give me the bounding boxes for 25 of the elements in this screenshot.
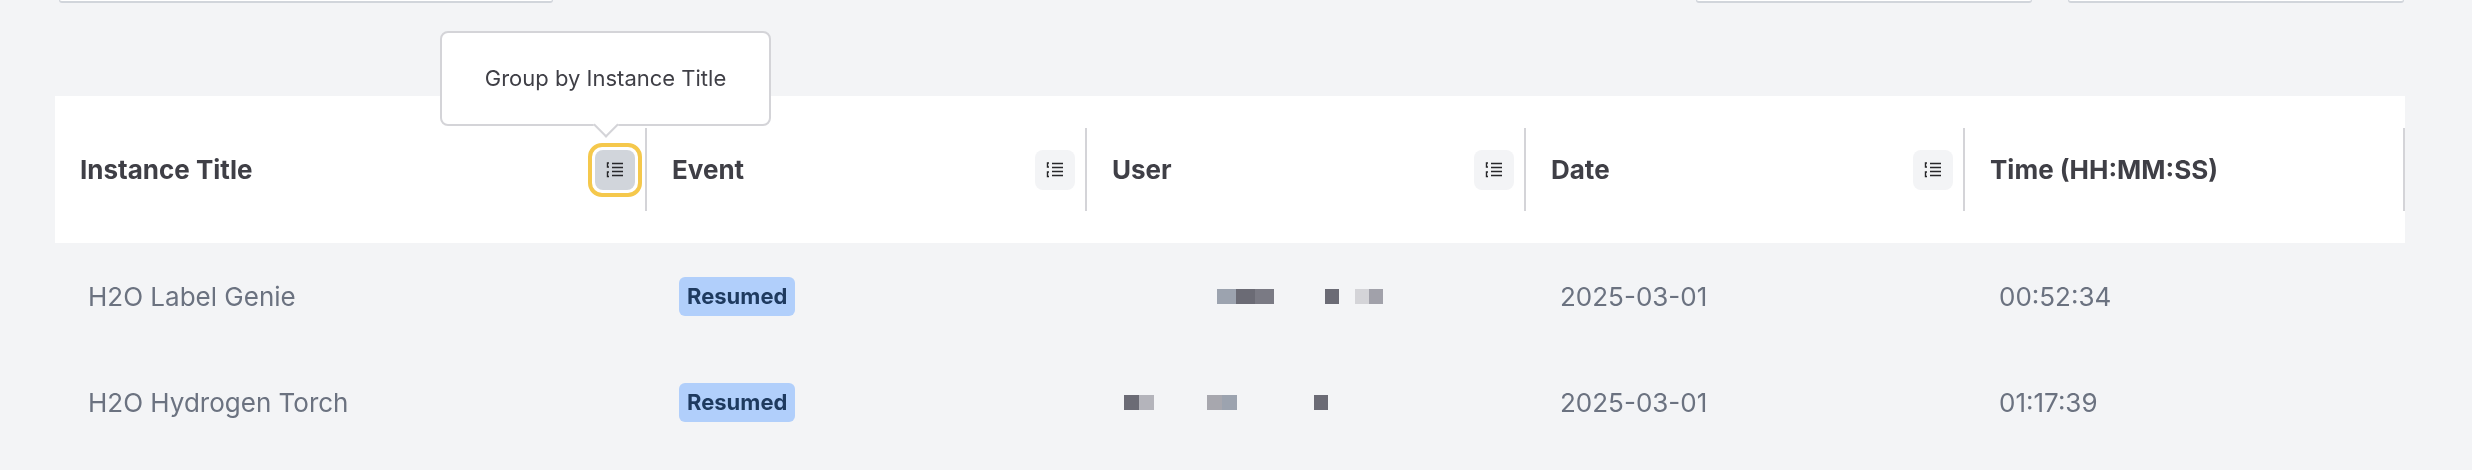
input-field[interactable] — [2068, 0, 2404, 3]
table-cell: 00:52:34 — [1999, 280, 2112, 312]
list-icon — [1485, 161, 1503, 178]
group-by-button[interactable] — [1913, 149, 1953, 190]
table-cell: H2O Hydrogen Torch — [88, 386, 349, 418]
column-header: Time (HH:MM:SS) — [1990, 153, 2219, 187]
table-cell: 01:17:39 — [1999, 386, 2098, 418]
group-by-button[interactable] — [1035, 149, 1075, 190]
input-field[interactable] — [1696, 0, 2032, 3]
column-header: Event — [672, 153, 745, 187]
event-badge: Resumed — [679, 276, 796, 316]
input-field[interactable] — [59, 0, 553, 3]
group-by-button[interactable] — [1474, 149, 1514, 190]
group-by-button[interactable] — [588, 142, 642, 197]
column-header: User — [1112, 153, 1172, 187]
table-cell: H2O Label Genie — [88, 280, 296, 312]
column-header: Instance Title — [80, 153, 253, 187]
event-badge: Resumed — [679, 382, 796, 422]
list-icon — [1924, 161, 1942, 178]
tooltip-text: Group by Instance Title — [484, 64, 727, 93]
table-cell: 2025-03-01 — [1560, 280, 1708, 312]
list-icon — [1046, 161, 1064, 178]
list-icon — [606, 161, 624, 178]
table-cell: 2025-03-01 — [1560, 386, 1708, 418]
column-header: Date — [1551, 153, 1610, 187]
